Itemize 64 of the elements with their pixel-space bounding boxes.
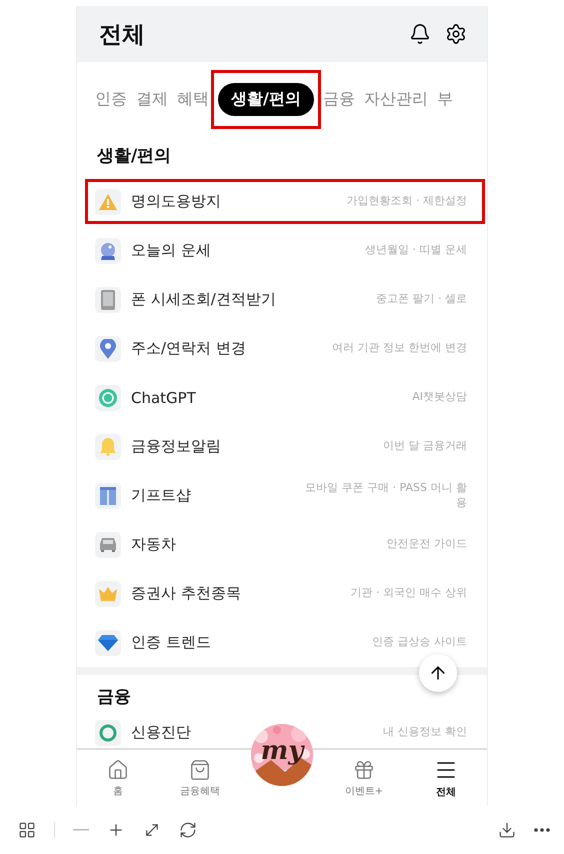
section-title: 금융 — [96, 686, 132, 708]
item-label: 주소/연락처 변경 — [131, 339, 247, 358]
warning-icon — [99, 194, 117, 210]
category-tab[interactable]: 혜택 — [177, 82, 209, 116]
item-label: 증권사 추천종목 — [131, 584, 242, 603]
more-icon — [534, 828, 550, 832]
nav-tab[interactable]: 금융혜택 — [159, 750, 241, 806]
item-detail: 기관 · 외국인 매수 상위 — [350, 586, 467, 601]
my-button[interactable]: my — [251, 724, 313, 786]
phone-icon — [101, 290, 115, 310]
item-detail: 이번 달 금융거래 — [383, 439, 467, 454]
category-tab[interactable]: 인증 — [95, 82, 127, 116]
chatbot-icon — [99, 388, 117, 406]
item-detail: 인증 급상승 사이트 — [372, 635, 467, 650]
item-label: 자동차 — [131, 535, 177, 554]
location-pin-icon — [100, 338, 116, 358]
item-detail: 생년월일 · 띠별 운세 — [365, 243, 467, 258]
page-title: 전체 — [99, 20, 146, 50]
diamond-icon — [98, 634, 118, 650]
item-label: 인증 트렌드 — [131, 633, 212, 652]
item-detail: 가입현황조회 · 제한설정 — [346, 194, 467, 209]
item-detail: 중고폰 팔기 · 셀로 — [376, 292, 467, 307]
item-label: 명의도용방지 — [131, 192, 222, 211]
bell-icon — [100, 438, 116, 456]
category-tab[interactable]: 생활/편의 — [218, 82, 314, 116]
notification-bell-icon[interactable] — [409, 23, 431, 45]
section-title: 생활/편의 — [96, 145, 172, 168]
crystal-ball-icon — [99, 242, 117, 260]
settings-icon[interactable] — [445, 23, 467, 45]
shopping-bag-icon — [189, 758, 211, 780]
expand-icon — [143, 821, 161, 839]
gauge-icon — [99, 724, 117, 742]
crown-icon — [99, 586, 117, 600]
item-detail: 내 신용정보 확인 — [383, 725, 467, 740]
category-tab[interactable]: 금융 — [322, 82, 355, 116]
grid-icon — [18, 821, 36, 839]
nav-tab[interactable]: 전체 — [405, 750, 487, 806]
car-icon — [99, 538, 117, 552]
refresh-button[interactable] — [179, 821, 197, 839]
nav-tab[interactable]: 이벤트+ — [323, 750, 405, 806]
item-detail: AI챗봇상담 — [412, 390, 467, 405]
more-button[interactable] — [534, 828, 550, 832]
item-label: 기프트샵 — [131, 486, 192, 505]
category-tab[interactable]: 부 — [436, 82, 453, 116]
expand-button[interactable] — [143, 821, 161, 839]
refresh-icon — [179, 821, 197, 839]
item-detail: 모바일 쿠폰 구매 · PASS 머니 활용 — [304, 481, 467, 510]
gift-icon — [100, 486, 116, 504]
item-label: 금융정보알림 — [131, 437, 222, 456]
nav-tab[interactable]: 홈 — [77, 750, 159, 806]
item-label: 신용진단 — [131, 723, 192, 742]
home-icon — [107, 758, 129, 780]
item-label: ChatGPT — [131, 388, 197, 406]
item-label: 오늘의 운세 — [131, 241, 212, 260]
grid-button[interactable] — [18, 821, 36, 839]
download-icon — [498, 821, 516, 839]
gift-icon — [353, 758, 375, 780]
item-detail: 여러 기관 정보 한번에 변경 — [332, 341, 467, 356]
category-tab[interactable]: 자산관리 — [364, 82, 428, 116]
item-detail: 안전운전 가이드 — [386, 537, 467, 552]
download-button[interactable] — [498, 821, 516, 839]
item-label: 폰 시세조회/견적받기 — [131, 290, 277, 309]
category-tab[interactable]: 결제 — [136, 82, 168, 116]
scroll-top-button[interactable] — [419, 654, 457, 692]
